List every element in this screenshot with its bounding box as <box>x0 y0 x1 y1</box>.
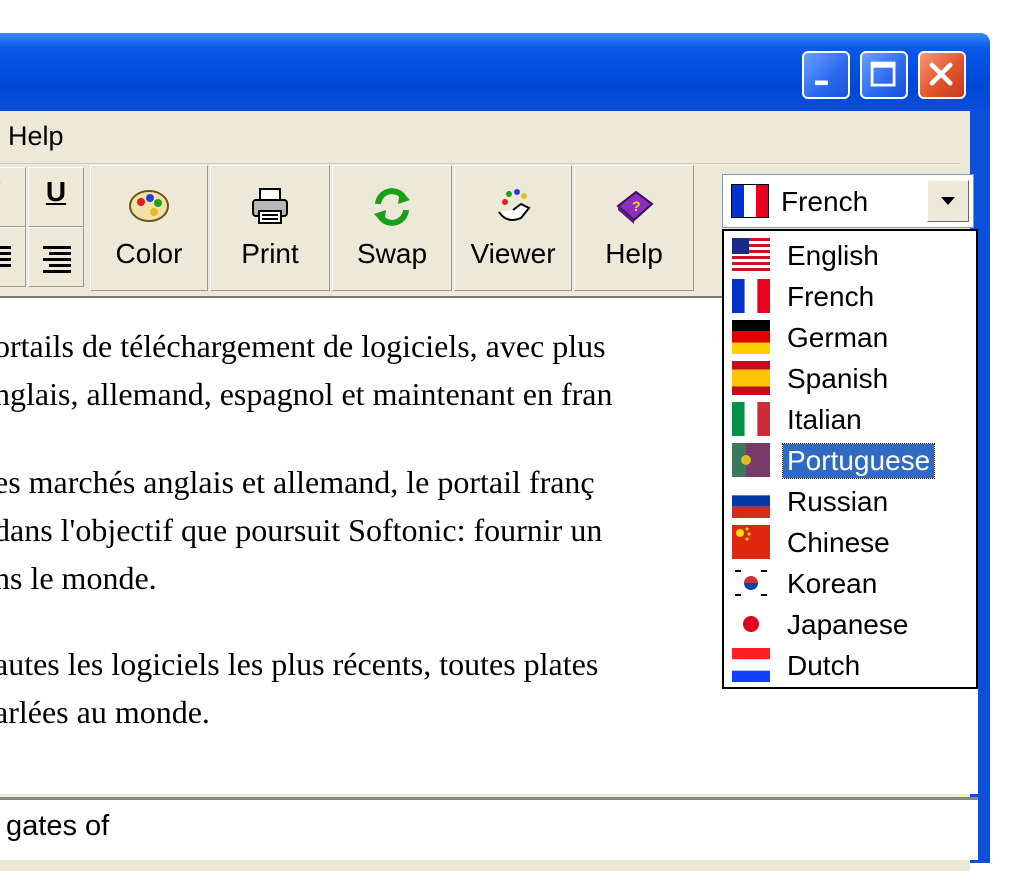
window-border-right <box>978 296 990 856</box>
language-select[interactable]: French <box>722 174 974 228</box>
viewer-button[interactable]: Viewer <box>454 165 572 291</box>
spanish-flag-icon <box>732 361 770 395</box>
language-option-label: Russian <box>787 486 889 517</box>
french-flag-icon <box>731 184 769 218</box>
align-center-icon <box>0 246 11 267</box>
language-option-label: Spanish <box>787 363 889 394</box>
japanese-flag-icon <box>732 607 770 641</box>
title-bar[interactable] <box>0 33 990 111</box>
language-option-label: French <box>787 281 875 312</box>
menu-bar: Help <box>0 111 960 164</box>
language-option-label: English <box>787 240 879 271</box>
viewer-icon <box>498 189 531 221</box>
german-flag-icon <box>732 320 770 354</box>
text-line: dans l'objectif que poursuit Softonic: f… <box>0 512 603 548</box>
text-line: ns le monde. <box>0 560 157 596</box>
text-line: autes les logiciels les plus récents, to… <box>0 646 599 682</box>
translation-pane[interactable]: gates of <box>0 797 978 860</box>
viewer-label: Viewer <box>470 238 556 269</box>
language-option-label: Dutch <box>787 650 861 681</box>
text-line: ortails de téléchargement de logiciels, … <box>0 328 606 364</box>
russian-flag-icon <box>732 484 770 518</box>
help-label: Help <box>605 238 663 269</box>
swap-label: Swap <box>356 238 428 269</box>
language-option-portuguese[interactable]: Portuguese <box>724 440 974 481</box>
chevron-down-icon <box>941 197 955 205</box>
printer-icon <box>252 188 288 224</box>
language-option-chinese[interactable]: Chinese <box>724 522 974 563</box>
language-select-arrow[interactable] <box>927 180 969 222</box>
menu-help[interactable]: Help <box>8 121 64 152</box>
color-button[interactable]: Color <box>90 165 208 291</box>
minimize-icon <box>815 80 828 86</box>
help-button[interactable]: ? Help <box>574 165 694 291</box>
language-option-spanish[interactable]: Spanish <box>724 358 974 399</box>
translation-text: gates of <box>6 810 110 842</box>
us-flag-icon <box>732 238 770 272</box>
language-option-label: Italian <box>787 404 862 435</box>
maximize-icon <box>870 61 896 87</box>
korean-flag-icon <box>732 566 770 600</box>
swap-button[interactable]: Swap <box>332 165 452 291</box>
minimize-button[interactable] <box>802 51 850 99</box>
language-option-label: German <box>787 322 889 353</box>
language-option-label: Portuguese <box>781 443 936 479</box>
french-flag-icon <box>732 279 770 313</box>
print-label: Print <box>241 238 299 269</box>
close-icon <box>929 62 953 86</box>
language-option-korean[interactable]: Korean <box>724 563 974 604</box>
align-right-button[interactable] <box>28 227 84 287</box>
print-button[interactable]: Print <box>210 165 330 291</box>
dutch-flag-icon <box>732 648 770 682</box>
language-option-japanese[interactable]: Japanese <box>724 604 974 645</box>
italic-button[interactable] <box>0 167 26 227</box>
text-line: nglais, allemand, espagnol et maintenant… <box>0 376 613 412</box>
language-option-english[interactable]: English <box>724 235 974 276</box>
underline-button[interactable]: U <box>28 167 84 227</box>
language-option-label: Chinese <box>787 527 890 558</box>
language-dropdown: English French German Spanish Italian Po… <box>722 229 978 689</box>
help-book-icon: ? <box>616 190 654 224</box>
italian-flag-icon <box>732 402 770 436</box>
language-option-italian[interactable]: Italian <box>724 399 974 440</box>
underline-icon: U <box>45 176 67 207</box>
language-option-dutch[interactable]: Dutch <box>724 645 974 686</box>
color-label: Color <box>115 238 183 269</box>
swap-arrows-icon <box>374 188 410 226</box>
language-option-german[interactable]: German <box>724 317 974 358</box>
language-select-value: French <box>781 186 869 217</box>
italic-icon <box>0 181 1 183</box>
text-line: es marchés anglais et allemand, le porta… <box>0 464 595 500</box>
text-line: arlées au monde. <box>0 694 210 730</box>
maximize-button[interactable] <box>860 51 908 99</box>
svg-text:?: ? <box>632 198 641 214</box>
align-center-button[interactable] <box>0 227 26 287</box>
language-option-label: Japanese <box>787 609 909 640</box>
chinese-flag-icon <box>732 525 770 559</box>
language-option-russian[interactable]: Russian <box>724 481 974 522</box>
language-option-label: Korean <box>787 568 878 599</box>
palette-icon <box>129 190 169 222</box>
language-option-french[interactable]: French <box>724 276 974 317</box>
align-right-icon <box>43 246 71 273</box>
portuguese-flag-icon <box>732 443 770 477</box>
close-button[interactable] <box>918 51 966 99</box>
